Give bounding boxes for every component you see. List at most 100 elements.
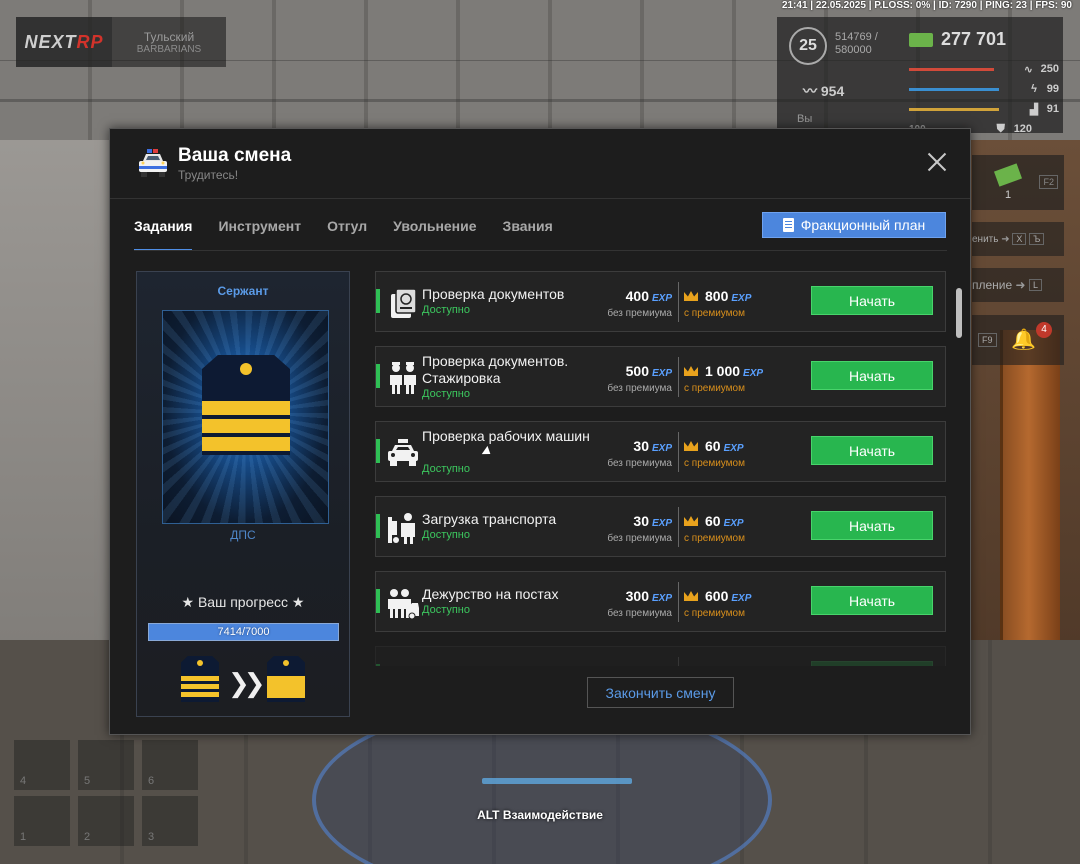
end-shift-button[interactable]: Закончить смену bbox=[587, 677, 734, 708]
crown-icon bbox=[684, 591, 698, 601]
modal-header: Ваша смена Трудитесь! bbox=[110, 129, 970, 199]
no-premium-label: без премиума bbox=[607, 308, 672, 319]
task-list: Проверка документов Доступно 400 EXP без … bbox=[375, 271, 947, 666]
interaction-hint: ALT Взаимодействие bbox=[477, 808, 603, 822]
rank-panel: Сержант ДПС ★ Ваш прогресс ★ 7414/7000 ❯… bbox=[136, 271, 350, 717]
tab-ranks[interactable]: Звания bbox=[503, 215, 553, 251]
task-accent bbox=[376, 439, 380, 463]
faction-plan-button[interactable]: Фракционный план bbox=[762, 212, 946, 238]
task-name: Загрузка транспорта bbox=[422, 511, 557, 527]
tab-tools[interactable]: Инструмент bbox=[218, 215, 301, 251]
tab-day-off[interactable]: Отгул bbox=[327, 215, 367, 251]
loading-transport-icon bbox=[388, 513, 415, 544]
task-accent bbox=[376, 589, 380, 613]
premium-label: с премиумом bbox=[684, 308, 745, 319]
hint-control: пление ➜ L bbox=[972, 268, 1064, 302]
inventory-quick-panel[interactable]: 1 F2 bbox=[972, 155, 1064, 210]
task-name: Дежурство на постах bbox=[422, 586, 559, 602]
server-name: Тульский bbox=[143, 29, 195, 44]
task-status: Доступно bbox=[422, 529, 471, 541]
exp-separator bbox=[678, 582, 679, 622]
exp-separator bbox=[678, 357, 679, 397]
heartbeat-icon: ∿ bbox=[1023, 63, 1033, 76]
task-row: Проверка рабочих машин Доступно 30 EXP бе… bbox=[375, 421, 946, 482]
energy-bar: ϟ 99 bbox=[909, 79, 1059, 99]
taxi-car-icon bbox=[388, 439, 418, 466]
fans-count: 〰 954 bbox=[803, 83, 845, 99]
server-sub: BARBARIANS bbox=[136, 43, 202, 55]
task-exp: 30 EXP bbox=[633, 438, 672, 454]
notifications-panel[interactable]: F9 🔔 4 bbox=[972, 315, 1064, 365]
game-logo: NEXT RP bbox=[16, 17, 112, 67]
tab-dismissal[interactable]: Увольнение bbox=[393, 215, 476, 251]
close-icon[interactable] bbox=[926, 151, 948, 173]
key-f9: F9 bbox=[978, 333, 997, 347]
slot-5[interactable]: 5 bbox=[78, 740, 134, 790]
double-chevron-icon: ❯❯ bbox=[228, 668, 265, 698]
tabs-divider bbox=[134, 250, 947, 251]
crown-icon bbox=[684, 516, 698, 526]
progress-label: ★ Ваш прогресс ★ bbox=[181, 594, 305, 610]
no-premium-label: без премиума bbox=[607, 608, 672, 619]
passport-icon bbox=[391, 288, 417, 318]
wooden-door bbox=[1000, 330, 1060, 670]
rank-name: Сержант bbox=[217, 284, 269, 298]
task-exp-premium: 60 EXP bbox=[684, 513, 744, 529]
no-premium-label: без премиума bbox=[607, 533, 672, 544]
start-task-button[interactable]: Начать bbox=[811, 286, 933, 315]
start-task-button[interactable]: Начать bbox=[811, 586, 933, 615]
exp-separator bbox=[678, 432, 679, 472]
task-row: Дежурство на постах Доступно 300 EXP без … bbox=[375, 571, 946, 632]
task-exp-premium: 60 EXP bbox=[684, 438, 744, 454]
task-name: Проверка документов. Стажировка bbox=[422, 353, 569, 386]
notification-badge: 4 bbox=[1036, 322, 1052, 338]
task-exp-premium: 600 EXP bbox=[684, 588, 751, 604]
cash-stack-icon bbox=[993, 163, 1023, 187]
exp-separator bbox=[678, 657, 679, 666]
start-task-button[interactable]: Начать bbox=[811, 511, 933, 540]
task-status: Доступно bbox=[422, 304, 471, 316]
money-display: 277 701 bbox=[909, 29, 1006, 50]
quick-slots: 4 5 6 1 2 3 bbox=[14, 740, 198, 852]
rank-department: ДПС bbox=[230, 528, 256, 542]
premium-label: с премиумом bbox=[684, 533, 745, 544]
start-task-button[interactable]: Начать bbox=[811, 361, 933, 390]
current-rank-epaulet-icon bbox=[181, 656, 219, 702]
task-row: Проверка документов. Стажировка Доступно… bbox=[375, 346, 946, 407]
document-icon bbox=[782, 218, 794, 232]
next-rank-epaulet-icon bbox=[267, 656, 305, 702]
task-accent bbox=[376, 364, 380, 388]
cash-icon bbox=[909, 33, 933, 48]
task-exp: 500 EXP bbox=[625, 363, 672, 379]
police-car-icon bbox=[139, 149, 167, 177]
start-task-button-partial[interactable] bbox=[811, 661, 933, 666]
premium-label: с премиумом bbox=[684, 458, 745, 469]
modal-subtitle: Трудитесь! bbox=[178, 168, 239, 182]
task-status: Доступно bbox=[422, 604, 471, 616]
task-exp-premium: 800 EXP bbox=[684, 288, 751, 304]
no-premium-label: без премиума bbox=[607, 383, 672, 394]
bell-icon[interactable]: 🔔 bbox=[1011, 327, 1036, 352]
task-exp: 400 EXP bbox=[625, 288, 672, 304]
task-row: Проверка документов Доступно 400 EXP без … bbox=[375, 271, 946, 332]
status-bars: ∿250 ϟ99 ▟91 100⛊120 bbox=[909, 59, 1059, 139]
patrol-post-icon bbox=[388, 589, 419, 620]
rank-progress-text: 7414/7000 bbox=[217, 626, 270, 638]
slot-4[interactable]: 4 bbox=[14, 740, 70, 790]
hint-change: енить ➜ X Ъ bbox=[972, 222, 1064, 256]
tab-tasks[interactable]: Задания bbox=[134, 215, 193, 251]
task-exp-premium: 1 000 EXP bbox=[684, 363, 763, 379]
status-line: 21:41 | 22.05.2025 | P.LOSS: 0% | ID: 72… bbox=[781, 0, 1072, 11]
start-task-button[interactable]: Начать bbox=[811, 436, 933, 465]
interaction-bar bbox=[482, 778, 632, 784]
task-list-scrollbar[interactable] bbox=[956, 288, 962, 338]
task-exp: 300 EXP bbox=[625, 588, 672, 604]
shield-icon: ⛊ bbox=[996, 122, 1005, 135]
server-info: Тульский BARBARIANS bbox=[112, 17, 226, 67]
slot-6[interactable]: 6 bbox=[142, 740, 198, 790]
premium-label: с премиумом bbox=[684, 608, 745, 619]
no-premium-label: без премиума bbox=[607, 458, 672, 469]
rank-card bbox=[162, 310, 329, 524]
crown-icon bbox=[684, 366, 698, 376]
health-bar: ∿ 250 bbox=[909, 59, 1059, 79]
